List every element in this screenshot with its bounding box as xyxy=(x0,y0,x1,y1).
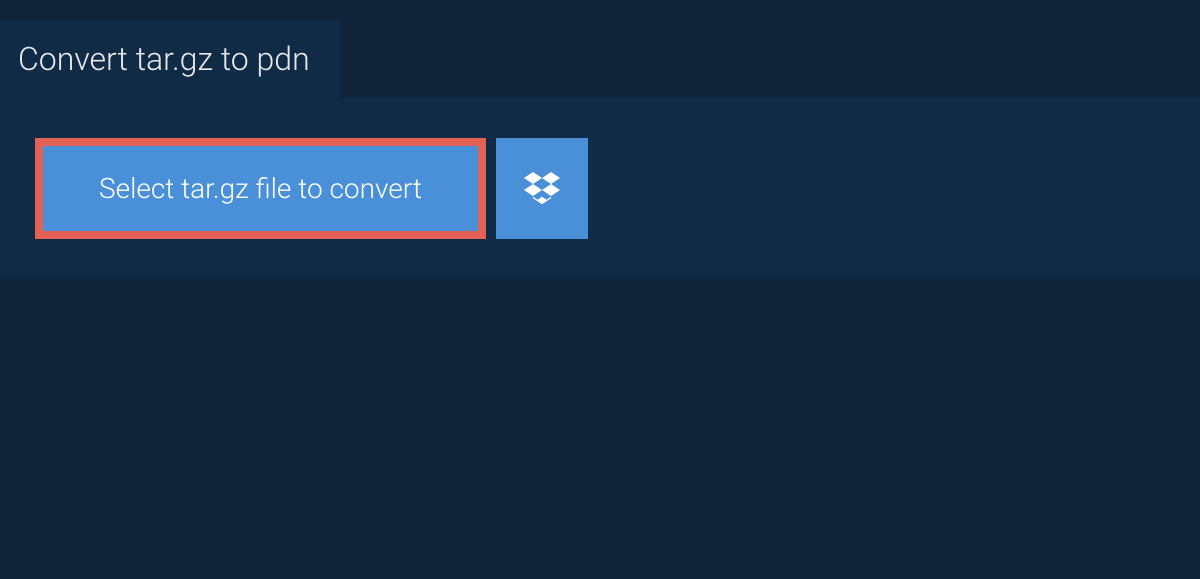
bottom-area xyxy=(0,279,1200,579)
dropbox-icon xyxy=(524,169,560,209)
tab-area: Convert tar.gz to pdn xyxy=(0,20,1200,98)
dropbox-button[interactable] xyxy=(496,138,588,239)
select-file-label: Select tar.gz file to convert xyxy=(99,172,422,205)
tab-title: Convert tar.gz to pdn xyxy=(18,40,310,78)
select-file-button[interactable]: Select tar.gz file to convert xyxy=(35,138,486,239)
page-container: Convert tar.gz to pdn Select tar.gz file… xyxy=(0,0,1200,500)
button-row: Select tar.gz file to convert xyxy=(35,138,1165,239)
tab-convert[interactable]: Convert tar.gz to pdn xyxy=(0,20,340,98)
content-panel: Select tar.gz file to convert xyxy=(0,98,1200,279)
top-bar xyxy=(0,0,1200,20)
